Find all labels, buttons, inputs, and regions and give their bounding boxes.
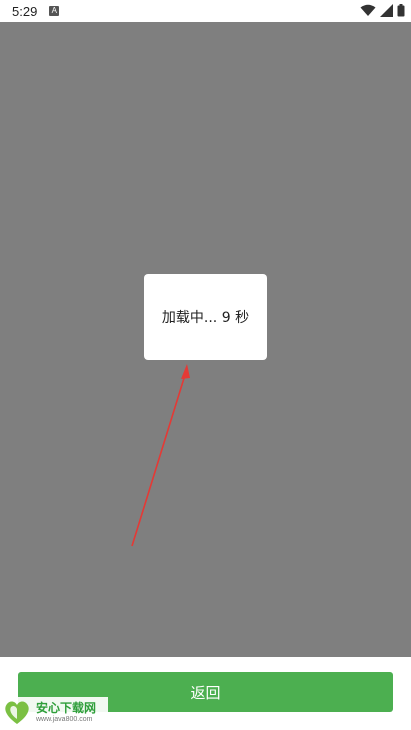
wifi-icon — [360, 4, 376, 16]
loading-text: 加载中... 9 秒 — [161, 310, 250, 326]
watermark: 安心下载网 www.java800.com — [2, 697, 108, 727]
status-icons — [360, 4, 405, 17]
loading-dialog: 加载中... 9 秒 — [144, 274, 267, 360]
watermark-url: www.java800.com — [36, 715, 93, 723]
battery-icon — [397, 4, 405, 17]
heart-logo-icon — [5, 701, 29, 724]
status-time: 5:29 — [12, 3, 38, 19]
signal-icon — [380, 4, 393, 17]
a-notification-icon: A — [49, 6, 60, 16]
status-bar: 5:29 A — [0, 0, 411, 22]
watermark-title: 安心下载网 — [36, 700, 97, 715]
